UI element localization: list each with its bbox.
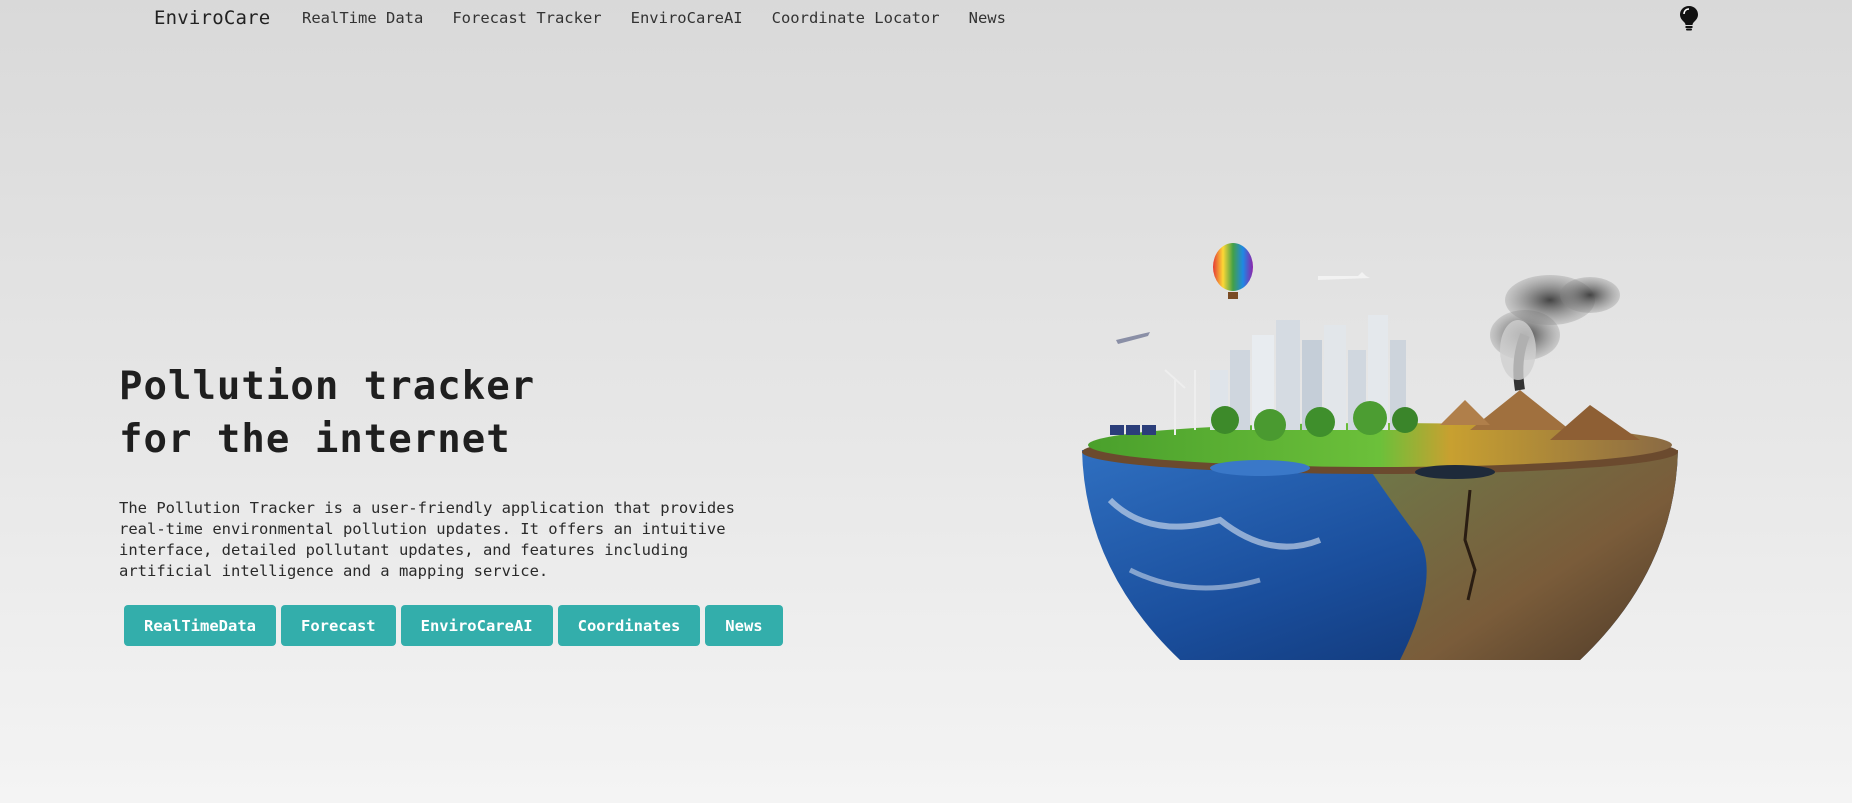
coordinates-button[interactable]: Coordinates — [557, 605, 701, 646]
nav-links: RealTime Data Forecast Tracker EnviroCar… — [302, 9, 1035, 27]
forecast-button[interactable]: Forecast — [280, 605, 396, 646]
nav-link-envirocare-ai[interactable]: EnviroCareAI — [631, 9, 743, 27]
hero-title-line-1: Pollution tracker — [119, 364, 536, 409]
brand-logo[interactable]: EnviroCare — [154, 7, 270, 29]
lightbulb-icon[interactable] — [1678, 4, 1700, 32]
realtime-data-button[interactable]: RealTimeData — [124, 605, 276, 646]
nav-link-news[interactable]: News — [969, 9, 1006, 27]
hero-title: Pollution tracker for the internet — [119, 360, 535, 466]
envirocare-ai-button[interactable]: EnviroCareAI — [400, 605, 553, 646]
nav-link-realtime-data[interactable]: RealTime Data — [302, 9, 423, 27]
hero-button-row: RealTimeData Forecast EnviroCareAI Coord… — [124, 605, 783, 646]
nav-link-coordinate-locator[interactable]: Coordinate Locator — [772, 9, 940, 27]
half-earth-globe-illustration — [1070, 240, 1690, 660]
top-navbar: EnviroCare RealTime Data Forecast Tracke… — [0, 0, 1852, 38]
hero-title-line-2: for the internet — [119, 417, 511, 462]
news-button[interactable]: News — [705, 605, 783, 646]
hero-description: The Pollution Tracker is a user-friendly… — [119, 499, 735, 580]
nav-link-forecast-tracker[interactable]: Forecast Tracker — [452, 9, 601, 27]
